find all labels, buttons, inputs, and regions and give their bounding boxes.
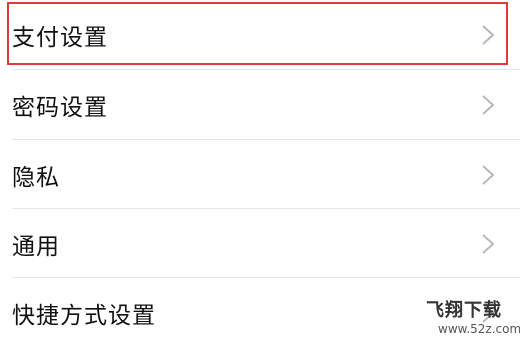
chevron-right-icon — [482, 234, 495, 254]
general-label: 通用 — [12, 234, 60, 260]
general-item[interactable]: 通用 — [0, 209, 520, 279]
privacy-item[interactable]: 隐私 — [0, 140, 520, 210]
watermark: 飞翔下载 www.52z.com — [420, 296, 520, 342]
chevron-right-icon — [482, 95, 495, 115]
payment-settings-label: 支付设置 — [12, 25, 108, 51]
settings-list: 支付设置 密码设置 隐私 通用 快捷方式设置 飞翔下载 www.52z.com — [0, 0, 520, 346]
password-settings-label: 密码设置 — [12, 95, 108, 121]
password-settings-item[interactable]: 密码设置 — [0, 70, 520, 140]
watermark-brand: 飞翔下载 — [426, 300, 502, 321]
chevron-right-icon — [482, 165, 495, 185]
shortcut-settings-label: 快捷方式设置 — [12, 303, 156, 329]
privacy-label: 隐私 — [12, 165, 60, 191]
chevron-right-icon — [482, 25, 495, 45]
payment-settings-item[interactable]: 支付设置 — [0, 0, 520, 70]
watermark-url: www.52z.com — [438, 322, 520, 336]
